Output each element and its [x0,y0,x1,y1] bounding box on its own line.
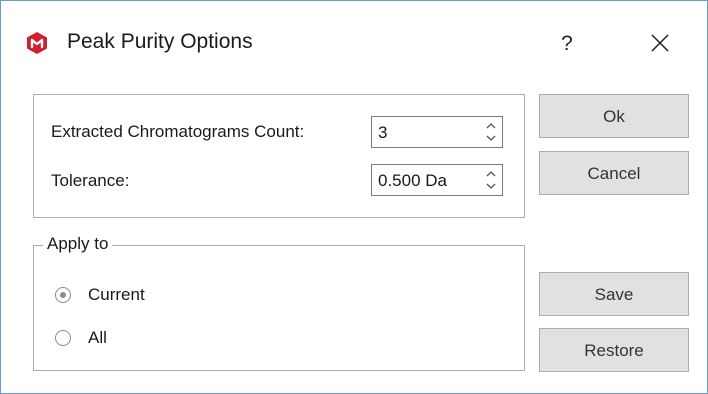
help-button[interactable]: ? [549,29,585,59]
count-label: Extracted Chromatograms Count: [51,122,305,141]
count-value: 3 [378,123,388,142]
parameters-group [33,94,525,218]
count-spinbox[interactable]: 3 [371,116,503,148]
radio-button-checked[interactable] [55,287,71,303]
window-title: Peak Purity Options [67,30,253,53]
close-icon[interactable] [641,27,679,61]
cancel-button[interactable]: Cancel [539,151,689,195]
title-bar: Peak Purity Options ? [1,1,707,87]
tolerance-label: Tolerance: [51,171,130,190]
apply-to-legend: Apply to [43,234,113,254]
app-logo-icon [27,32,47,54]
restore-button[interactable]: Restore [539,328,689,372]
radio-all-label: All [88,328,107,347]
tolerance-spinbox[interactable]: 0.500 Da [371,164,503,196]
ok-button[interactable]: Ok [539,94,689,138]
save-button[interactable]: Save [539,272,689,316]
apply-to-group [33,245,525,371]
radio-button-unchecked[interactable] [55,330,71,346]
radio-current-label: Current [88,285,145,304]
spin-arrows-icon[interactable] [484,167,498,193]
peak-purity-dialog: Peak Purity Options ? Extracted Chromato… [0,0,708,394]
spin-arrows-icon[interactable] [484,119,498,145]
tolerance-value: 0.500 Da [378,171,447,190]
